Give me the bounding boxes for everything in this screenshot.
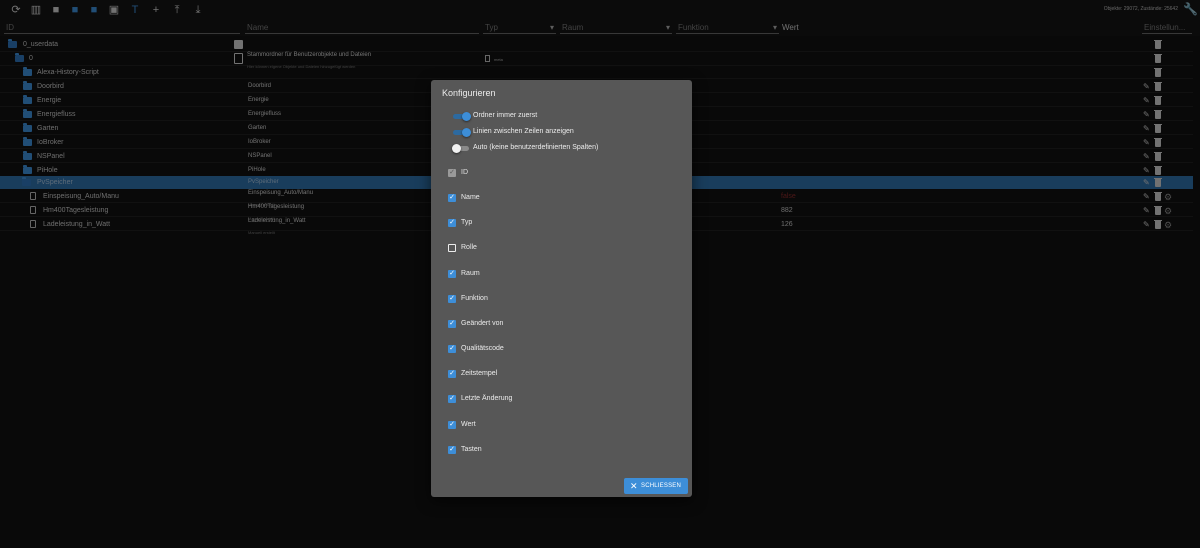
checkbox-label: Rolle	[461, 244, 477, 251]
switch-label: Ordner immer zuerst	[473, 112, 538, 119]
switch-label: Auto (keine benutzerdefinierten Spalten)	[473, 144, 599, 151]
checkbox-label: Letzte Änderung	[461, 395, 513, 402]
switch-row-lines[interactable]	[453, 128, 471, 137]
checkbox-funktion[interactable]: ✓	[448, 295, 456, 303]
checkbox-label: Typ	[461, 219, 473, 226]
switch-folders-first[interactable]	[453, 112, 471, 121]
checkbox-typ[interactable]: ✓	[448, 219, 456, 227]
checkbox-zeitstempel[interactable]: ✓	[448, 370, 456, 378]
switch-knob	[462, 112, 471, 121]
checkbox-label: Tasten	[461, 446, 482, 453]
checkbox-label: Geändert von	[461, 320, 504, 327]
checkbox-label: Funktion	[461, 295, 488, 302]
switch-label: Linien zwischen Zeilen anzeigen	[473, 128, 574, 135]
checkbox-id: ✓	[448, 169, 456, 177]
checkbox-raum[interactable]: ✓	[448, 270, 456, 278]
close-label: SCHLIESSEN	[641, 483, 682, 489]
checkbox-rolle[interactable]	[448, 244, 456, 252]
checkbox-tasten[interactable]: ✓	[448, 446, 456, 454]
checkbox-qualitaetscode[interactable]: ✓	[448, 345, 456, 353]
checkbox-name[interactable]: ✓	[448, 194, 456, 202]
checkbox-label: Name	[461, 194, 480, 201]
switch-knob	[452, 144, 461, 153]
checkbox-label: Raum	[461, 270, 480, 277]
checkbox-label: Zeitstempel	[461, 370, 498, 377]
close-button[interactable]: ✕ SCHLIESSEN	[624, 478, 688, 494]
checkbox-label: Wert	[461, 421, 476, 428]
checkbox-letzte-aenderung[interactable]: ✓	[448, 395, 456, 403]
switch-auto-columns[interactable]	[452, 144, 471, 153]
checkbox-geaendert-von[interactable]: ✓	[448, 320, 456, 328]
dialog-title: Konfigurieren	[442, 88, 496, 98]
checkbox-label: Qualitätscode	[461, 345, 504, 352]
close-icon: ✕	[630, 481, 638, 491]
checkbox-label: ID	[461, 169, 468, 176]
switch-knob	[462, 128, 471, 137]
checkbox-wert[interactable]: ✓	[448, 421, 456, 429]
configure-dialog: Konfigurieren Ordner immer zuerst Linien…	[431, 80, 692, 497]
